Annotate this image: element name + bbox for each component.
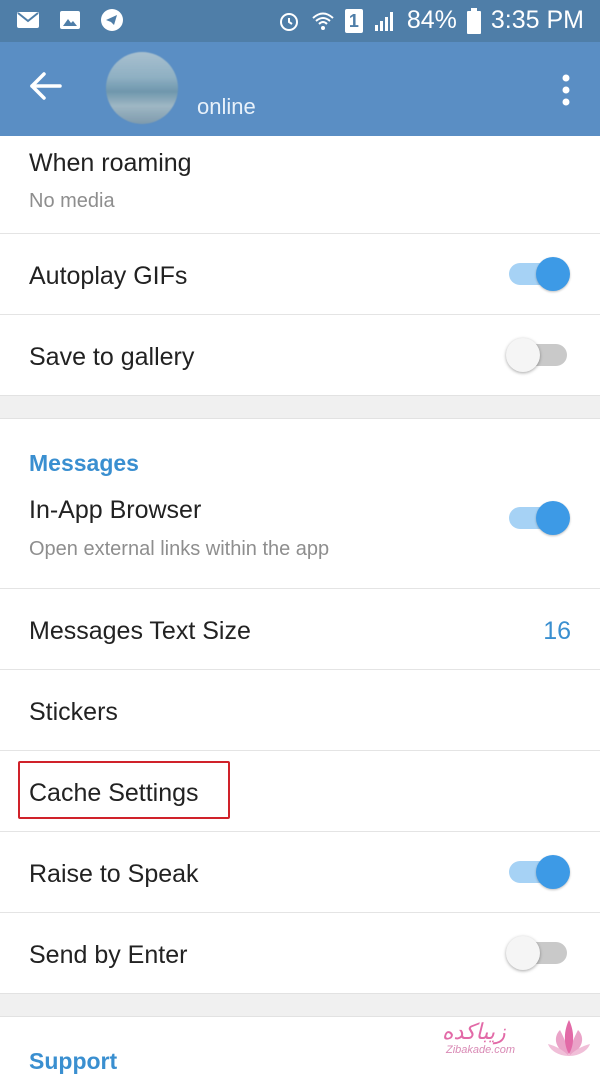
setting-when-roaming[interactable]: When roaming No media — [0, 136, 600, 234]
signal-icon — [374, 11, 393, 31]
setting-stickers[interactable]: Stickers — [0, 670, 600, 751]
setting-title: Messages Text Size — [29, 617, 251, 645]
app-bar: online — [0, 42, 600, 136]
setting-raise-to-speak[interactable]: Raise to Speak — [0, 832, 600, 913]
autoplay-gifs-toggle[interactable] — [506, 256, 570, 292]
setting-title: Send by Enter — [29, 941, 188, 969]
setting-cache-settings[interactable]: Cache Settings — [0, 751, 600, 832]
setting-in-app-browser[interactable]: In-App Browser Open external links withi… — [0, 476, 600, 589]
back-arrow-icon[interactable] — [26, 64, 66, 108]
section-divider — [0, 395, 600, 419]
section-header-messages: Messages — [0, 419, 600, 476]
send-by-enter-toggle[interactable] — [506, 935, 570, 971]
watermark-text: زیباکده — [442, 1020, 506, 1045]
setting-title: Autoplay GIFs — [29, 262, 188, 290]
alarm-icon — [279, 12, 298, 31]
settings-list: When roaming No media Autoplay GIFs Save… — [0, 136, 600, 1074]
status-bar: 1 84% 3:35 PM — [0, 0, 600, 42]
mail-icon — [17, 12, 39, 28]
setting-subtitle: No media — [29, 190, 115, 212]
telegram-icon — [101, 9, 123, 31]
setting-title: Cache Settings — [29, 779, 199, 807]
save-to-gallery-toggle[interactable] — [506, 337, 570, 373]
avatar[interactable] — [106, 52, 178, 124]
wifi-icon — [312, 12, 334, 30]
battery-percent: 84% — [406, 6, 457, 34]
online-status: online — [197, 94, 256, 119]
image-icon — [60, 11, 80, 29]
lotus-icon — [548, 1020, 590, 1056]
setting-autoplay-gifs[interactable]: Autoplay GIFs — [0, 234, 600, 315]
setting-title: When roaming — [29, 149, 192, 177]
setting-title: Raise to Speak — [29, 860, 199, 888]
more-vert-icon[interactable] — [556, 72, 576, 108]
watermark-sub: Zibakade.com — [446, 1044, 516, 1056]
clock: 3:35 PM — [490, 6, 584, 34]
sim-icon: 1 — [344, 8, 363, 33]
in-app-browser-toggle[interactable] — [506, 500, 570, 536]
setting-subtitle: Open external links within the app — [29, 538, 330, 560]
text-size-value: 16 — [543, 617, 571, 645]
raise-to-speak-toggle[interactable] — [506, 854, 570, 890]
setting-title: Save to gallery — [29, 343, 195, 371]
battery-icon — [466, 7, 481, 34]
setting-save-to-gallery[interactable]: Save to gallery — [0, 315, 600, 395]
setting-messages-text-size[interactable]: Messages Text Size 16 — [0, 589, 600, 670]
setting-title: In-App Browser — [29, 496, 202, 524]
watermark-logo: زیباکده Zibakade.com — [442, 1014, 592, 1062]
setting-send-by-enter[interactable]: Send by Enter — [0, 913, 600, 993]
setting-title: Stickers — [29, 698, 118, 726]
